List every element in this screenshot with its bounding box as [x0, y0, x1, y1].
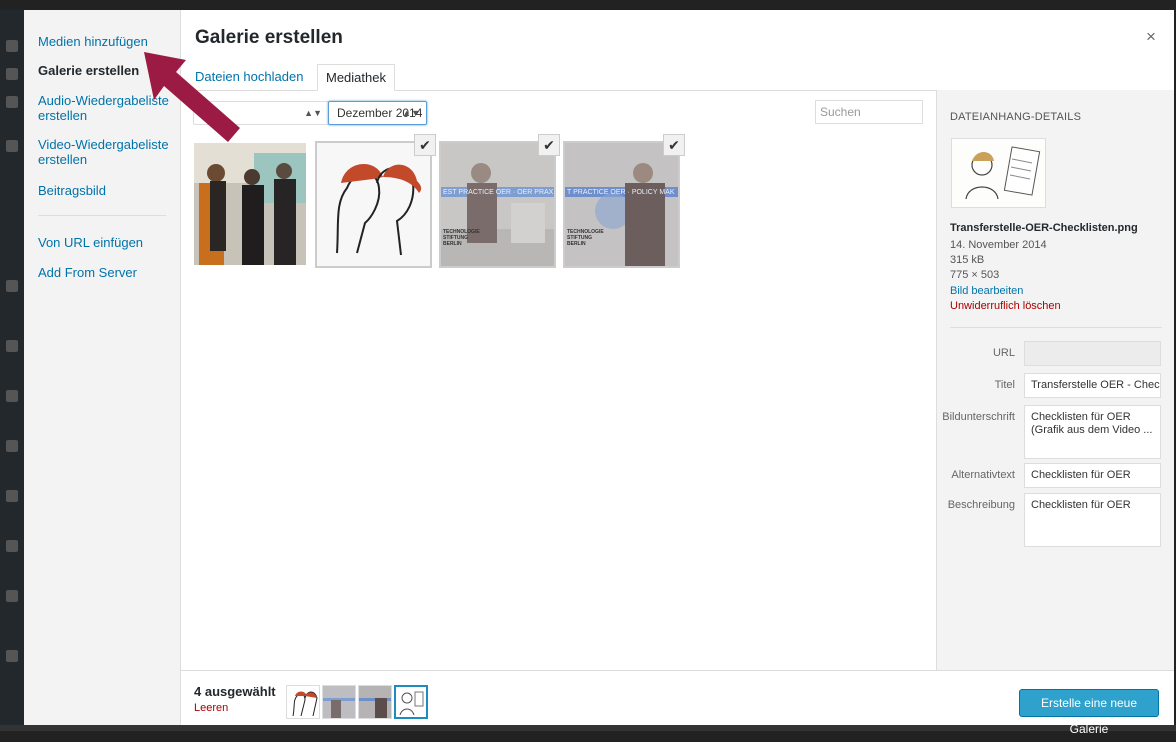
details-preview-image	[951, 138, 1046, 208]
admin-menu-icon	[6, 68, 18, 80]
url-label: URL	[992, 347, 1015, 359]
details-file-size: 315 kB	[950, 254, 985, 266]
caption-field[interactable]: Checklisten für OER (Grafik aus dem Vide…	[1024, 405, 1161, 459]
attachment-thumbnail-drawing[interactable]	[316, 142, 431, 267]
logo-text: TECHNOLOGIE STIFTUNG BERLIN	[567, 229, 604, 247]
admin-bottom-strip	[0, 725, 1176, 731]
attachment-thumbnail-talk-1[interactable]: EST PRACTICE OER · OER PRAX TECHNOLOGIE S…	[440, 142, 555, 267]
tab-media-library[interactable]: Mediathek	[317, 64, 395, 91]
filter-date-select[interactable]: Dezember 2014 ▲▼	[328, 101, 427, 125]
attachment-thumbnail-talk-2[interactable]: T PRACTICE OER · POLICY MAK TECHNOLOGIE S…	[564, 142, 679, 267]
selection-thumb-talk-1[interactable]	[322, 685, 356, 719]
menu-item-insert-from-url[interactable]: Von URL einfügen	[38, 235, 176, 250]
talk-photo-1-image	[441, 143, 554, 266]
admin-menu-icon	[6, 140, 18, 152]
menu-separator	[38, 215, 166, 216]
admin-menu-icon	[6, 440, 18, 452]
admin-menu-icon	[6, 96, 18, 108]
details-dimensions: 775 × 503	[950, 269, 1000, 281]
slide-caption: EST PRACTICE OER · OER PRAX	[443, 189, 554, 196]
mini-drawing-image	[292, 691, 318, 717]
selection-thumb-drawing[interactable]	[286, 685, 320, 719]
select-arrows-icon: ▲▼	[402, 108, 420, 118]
search-placeholder: Suchen	[820, 105, 861, 119]
edit-image-link[interactable]: Bild bearbeiten	[950, 285, 1023, 298]
details-filename: Transferstelle-OER-Checklisten.png	[950, 222, 1138, 234]
mini-checklist-image	[399, 691, 424, 716]
selection-thumb-checklist[interactable]	[394, 685, 428, 719]
admin-menu-icon	[6, 390, 18, 402]
clear-selection-link[interactable]: Leeren	[194, 702, 228, 714]
admin-sidebar-background	[0, 10, 24, 731]
menu-item-add-media[interactable]: Medien hinzufügen	[38, 34, 176, 49]
thumbnail-check-toggle[interactable]: ✔	[663, 134, 685, 156]
selection-count: 4 ausgewählt	[194, 684, 276, 699]
select-arrows-icon: ▲▼	[304, 108, 322, 118]
create-new-gallery-button[interactable]: Erstelle eine neue Galerie	[1019, 689, 1159, 736]
close-icon: ×	[1146, 27, 1156, 46]
url-field[interactable]	[1024, 341, 1161, 366]
close-button[interactable]: ×	[1143, 27, 1159, 46]
mini-talk-2-image	[359, 698, 391, 718]
description-field[interactable]: Checklisten für OER	[1024, 493, 1161, 547]
admin-menu-icon	[6, 40, 18, 52]
caption-label: Bildunterschrift	[942, 411, 1015, 423]
admin-menu-icon	[6, 650, 18, 662]
menu-item-featured-image[interactable]: Beitragsbild	[38, 183, 176, 198]
admin-menu-icon	[6, 340, 18, 352]
page-title: Galerie erstellen	[195, 27, 343, 48]
drawing-image	[317, 143, 430, 266]
annotation-arrow-icon	[144, 52, 240, 142]
slide-caption: T PRACTICE OER · POLICY MAK	[567, 189, 675, 196]
details-upload-date: 14. November 2014	[950, 239, 1047, 251]
event-photo-image	[194, 143, 306, 265]
admin-topbar	[0, 0, 1176, 10]
selection-thumb-talk-2[interactable]	[358, 685, 392, 719]
media-footer-toolbar: 4 ausgewählt Leeren Erstelle eine neue G…	[181, 670, 1174, 736]
menu-item-add-from-server[interactable]: Add From Server	[38, 265, 176, 280]
admin-menu-icon	[6, 540, 18, 552]
admin-menu-icon	[6, 490, 18, 502]
checklist-illustration	[952, 139, 1045, 207]
admin-menu-icon	[6, 280, 18, 292]
admin-menu-icon	[6, 590, 18, 602]
alt-text-label: Alternativtext	[951, 469, 1015, 481]
delete-permanently-link[interactable]: Unwiderruflich löschen	[950, 300, 1061, 313]
title-field[interactable]: Transferstelle OER - Checklis	[1024, 373, 1161, 398]
mini-talk-1-image	[323, 698, 355, 718]
title-label: Titel	[994, 379, 1015, 391]
thumbnail-check-toggle[interactable]: ✔	[538, 134, 560, 156]
thumbnail-check-toggle[interactable]: ✔	[414, 134, 436, 156]
talk-photo-2-image	[565, 143, 678, 266]
media-modal: Medien hinzufügen Galerie erstellen Audi…	[24, 10, 1174, 736]
details-divider	[950, 327, 1162, 328]
search-input[interactable]: Suchen	[815, 100, 923, 124]
logo-text: TECHNOLOGIE STIFTUNG BERLIN	[443, 229, 480, 247]
attachment-thumbnail-event-photo[interactable]	[194, 143, 306, 265]
attachment-details-sidebar: DATEIANHANG-DETAILS Transferstelle-OER-C…	[936, 90, 1174, 670]
media-router-tabs: Dateien hochladen Mediathek	[181, 57, 1174, 91]
alt-text-field[interactable]: Checklisten für OER	[1024, 463, 1161, 488]
details-heading: DATEIANHANG-DETAILS	[950, 111, 1082, 123]
description-label: Beschreibung	[947, 499, 1015, 511]
